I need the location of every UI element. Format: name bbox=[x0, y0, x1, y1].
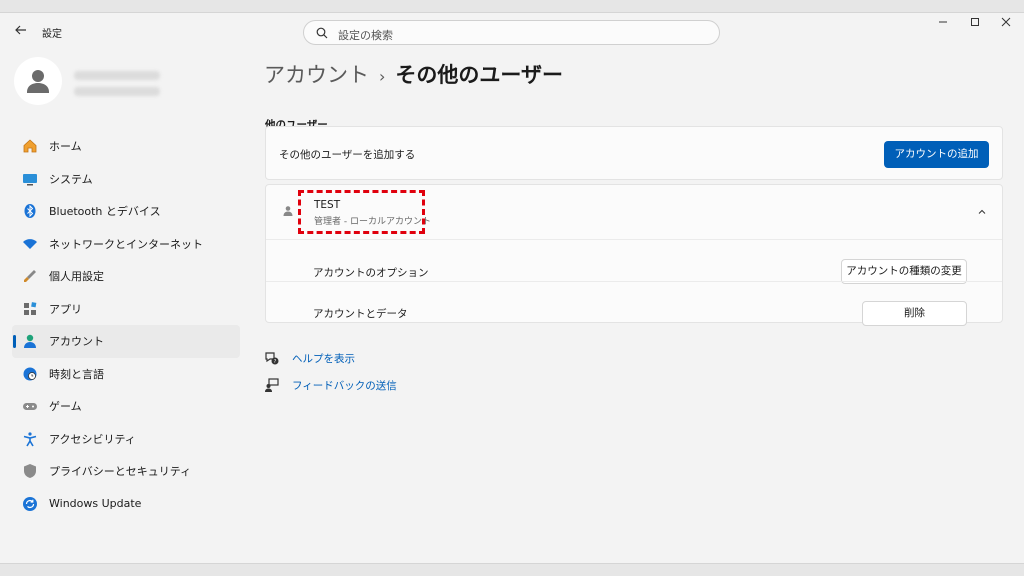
sidebar-item-time-language[interactable]: 時刻と言語 bbox=[12, 358, 240, 391]
account-options-label: アカウントのオプション bbox=[313, 267, 429, 279]
home-icon bbox=[21, 137, 39, 155]
sidebar-item-network[interactable]: ネットワークとインターネット bbox=[12, 228, 240, 261]
sidebar-item-label: アカウント bbox=[49, 335, 104, 349]
blurred-user-name bbox=[74, 71, 160, 80]
feedback-link[interactable]: フィードバックの送信 bbox=[264, 377, 397, 393]
minimize-button[interactable] bbox=[927, 13, 959, 35]
close-button[interactable] bbox=[990, 13, 1022, 35]
blurred-user-email bbox=[74, 87, 160, 96]
sidebar-item-windows-update[interactable]: Windows Update bbox=[12, 488, 240, 521]
page-title: その他のユーザー bbox=[395, 63, 563, 87]
breadcrumb-parent[interactable]: アカウント bbox=[264, 63, 369, 87]
maximize-icon bbox=[971, 18, 979, 26]
sidebar-item-label: 個人用設定 bbox=[49, 270, 104, 284]
sidebar-item-label: ホーム bbox=[49, 140, 82, 154]
bluetooth-icon bbox=[21, 202, 39, 220]
feedback-link-label: フィードバックの送信 bbox=[292, 379, 397, 392]
accessibility-icon bbox=[21, 430, 39, 448]
chevron-up-icon bbox=[978, 209, 986, 214]
sidebar-item-label: Bluetooth とデバイス bbox=[49, 205, 161, 219]
help-link-label: ヘルプを表示 bbox=[292, 352, 355, 365]
sidebar-item-label: アプリ bbox=[49, 302, 82, 316]
maximize-button[interactable] bbox=[959, 13, 991, 35]
divider bbox=[266, 281, 1002, 282]
close-icon bbox=[1001, 17, 1011, 27]
search-placeholder: 設定の検索 bbox=[338, 29, 393, 42]
person-icon bbox=[27, 70, 49, 93]
sidebar-item-label: プライバシーとセキュリティ bbox=[49, 465, 192, 479]
sidebar-item-accessibility[interactable]: アクセシビリティ bbox=[12, 423, 240, 456]
display-icon bbox=[21, 170, 39, 188]
add-user-label: その他のユーザーを追加する bbox=[279, 149, 416, 161]
app-title: 設定 bbox=[42, 29, 62, 40]
user-icon bbox=[283, 206, 293, 216]
feedback-icon bbox=[265, 378, 279, 392]
svg-text:?: ? bbox=[274, 359, 277, 365]
search-box[interactable]: 設定の検索 bbox=[303, 20, 720, 45]
sidebar-item-gaming[interactable]: ゲーム bbox=[12, 390, 240, 423]
arrow-left-icon bbox=[15, 25, 26, 35]
account-data-label: アカウントとデータ bbox=[313, 308, 408, 320]
search-icon bbox=[316, 27, 328, 39]
sidebar-nav: ホーム システム Bluetooth とデバイス ネットワークとインターネット … bbox=[12, 130, 240, 520]
help-icon: ? bbox=[265, 352, 279, 365]
add-account-button[interactable]: アカウントの追加 bbox=[884, 141, 989, 168]
sidebar-item-label: システム bbox=[49, 172, 93, 186]
minimize-icon bbox=[939, 21, 947, 23]
divider bbox=[266, 239, 1002, 240]
brush-icon bbox=[21, 267, 39, 285]
sidebar-item-system[interactable]: システム bbox=[12, 163, 240, 196]
avatar bbox=[14, 57, 62, 105]
sidebar-item-personalization[interactable]: 個人用設定 bbox=[12, 260, 240, 293]
sidebar-item-label: アクセシビリティ bbox=[49, 432, 136, 446]
sidebar-item-accounts[interactable]: アカウント bbox=[12, 325, 240, 358]
person-icon bbox=[21, 332, 39, 350]
gamepad-icon bbox=[21, 397, 39, 415]
title-bar: 設定 設定の検索 bbox=[0, 13, 1024, 51]
sidebar-item-label: ネットワークとインターネット bbox=[49, 237, 203, 251]
breadcrumb-separator: › bbox=[379, 67, 386, 86]
delete-button[interactable]: 削除 bbox=[862, 301, 967, 326]
help-link[interactable]: ? ヘルプを表示 bbox=[264, 350, 355, 366]
sidebar-item-label: ゲーム bbox=[49, 400, 82, 414]
sidebar-item-apps[interactable]: アプリ bbox=[12, 293, 240, 326]
wifi-icon bbox=[21, 235, 39, 253]
highlight-annotation bbox=[298, 190, 425, 234]
sidebar-item-label: 時刻と言語 bbox=[49, 367, 104, 381]
apps-icon bbox=[21, 300, 39, 318]
sidebar-item-bluetooth[interactable]: Bluetooth とデバイス bbox=[12, 195, 240, 228]
globe-clock-icon bbox=[21, 365, 39, 383]
settings-window: 設定 設定の検索 ホーム システム Bluetooth とデバイス ネットワーク… bbox=[0, 12, 1024, 564]
add-user-card: その他のユーザーを追加する アカウントの追加 bbox=[265, 126, 1003, 180]
back-button[interactable] bbox=[12, 23, 30, 41]
sidebar-item-home[interactable]: ホーム bbox=[12, 130, 240, 163]
breadcrumb: アカウント › その他のユーザー bbox=[264, 59, 563, 89]
sidebar-item-privacy[interactable]: プライバシーとセキュリティ bbox=[12, 455, 240, 488]
shield-icon bbox=[21, 462, 39, 480]
update-icon bbox=[21, 495, 39, 513]
sidebar-item-label: Windows Update bbox=[49, 497, 142, 511]
